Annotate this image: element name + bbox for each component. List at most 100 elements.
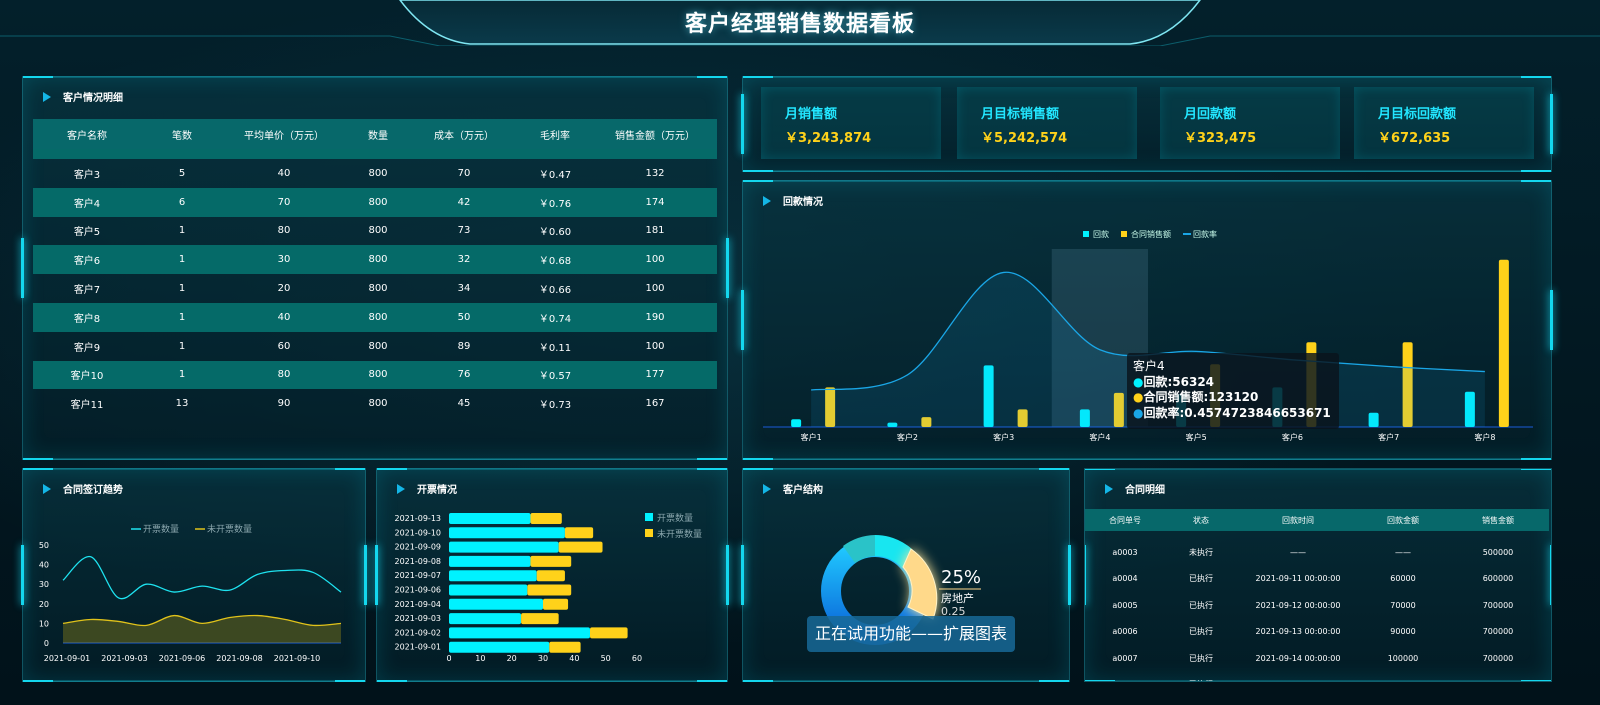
table-cell: 2021-09-11 00:00:00 <box>1255 574 1341 584</box>
table-row[interactable]: 客户3 5 40 800 70 ￥0.47 132 <box>33 159 717 188</box>
kpi-label: 月销售额 <box>785 107 838 122</box>
contract-trend-chart: 开票数量 未开票数量 0 10 20 30 40 50 2021-09-01 2021-09-03… <box>39 523 342 663</box>
page-header: 客户经理销售数据看板 <box>0 0 1600 46</box>
kpi-label: 月目标销售额 <box>981 107 1060 122</box>
x-tick-label: 客户8 <box>1474 432 1495 442</box>
table-cell: 700000 <box>1447 672 1549 681</box>
table-cell: 客户3 <box>73 169 101 181</box>
x-tick-label: 客户6 <box>1282 432 1303 442</box>
table-cell: 181 <box>645 225 665 237</box>
table-row[interactable]: 客户11 13 90 800 45 ￥0.73 167 <box>33 389 717 418</box>
table-header[interactable]: 销售金额（万元） <box>593 119 717 149</box>
x-tick-label: 客户1 <box>801 432 822 442</box>
table-row[interactable]: a0008已执行2021-09-15 00:00:00120000700000 <box>1085 672 1549 681</box>
table-header[interactable]: 成本（万元） <box>411 119 517 149</box>
table-cell: 已执行 <box>1165 672 1237 681</box>
table-cell: 100 <box>593 245 717 275</box>
table-header[interactable]: 回款时间 <box>1237 509 1359 531</box>
table-cell: 6 <box>141 187 223 217</box>
table-header[interactable]: 合同单号 <box>1085 509 1165 531</box>
table-cell: 700000 <box>1482 653 1514 663</box>
table-row[interactable]: 客户10 1 80 800 76 ￥0.57 177 <box>33 360 717 390</box>
x-tick-label: 客户2 <box>897 432 918 442</box>
x-tick-label: 2021-09-06 <box>159 654 206 663</box>
table-header[interactable]: 回款金额 <box>1359 509 1447 531</box>
x-tick-label: 0 <box>446 654 451 663</box>
table-cell: 500000 <box>1482 547 1514 557</box>
table-header[interactable]: 笔数 <box>141 119 223 149</box>
table-header[interactable]: 客户名称 <box>33 119 141 149</box>
customer-structure-panel: 客户结构 25% 房地产 0.25 正在试用功能——扩展图表 <box>741 468 1071 682</box>
repayment-panel: 回款情况 回款 合同销售额 回款率 客户1 客户2 客户3 客户4 客户5 客户6 客户7 客户8 … <box>741 180 1553 460</box>
table-header[interactable]: 数量 <box>345 119 411 149</box>
table-row[interactable]: 客户5 1 80 800 73 ￥0.60 181 <box>33 217 717 246</box>
bar-未开票数量 <box>530 513 562 524</box>
tooltip-line: ●合同销售额:123120 <box>1133 390 1259 404</box>
table-row[interactable]: a0003 未执行 —— —— 500000 <box>1085 539 1549 566</box>
table-cell: 已执行 <box>1189 600 1213 610</box>
table-header-row: 客户名称 笔数 平均单价（万元） 数量 成本（万元） 毛利率 销售金额（万元） <box>33 119 717 149</box>
table-header-row: 合同单号 状态 回款时间 回款金额 销售金额 <box>1085 509 1549 531</box>
table-row[interactable]: a0004 已执行 2021-09-11 00:00:00 60000 600000 <box>1085 566 1549 593</box>
x-tick-label: 50 <box>601 654 611 663</box>
table-cell: 70000 <box>1390 600 1416 610</box>
table-row[interactable]: 客户8 1 40 800 50 ￥0.74 190 <box>33 302 717 332</box>
donut-pct-label: 25% <box>941 567 981 588</box>
kpi-value: ￥323,475 <box>1184 131 1257 146</box>
table-row[interactable]: 客户4 6 70 800 42 ￥0.76 174 <box>33 187 717 217</box>
tooltip-title: 客户4 <box>1133 359 1165 373</box>
table-row[interactable]: a0007 已执行 2021-09-14 00:00:00 100000 700000 <box>1085 645 1549 672</box>
table-cell: 客户11 <box>70 400 104 412</box>
table-cell: 1 <box>178 283 186 295</box>
table-header[interactable]: 毛利率 <box>517 119 593 149</box>
y-tick-label: 2021-09-06 <box>395 586 442 595</box>
bar-开票数量 <box>449 570 537 582</box>
legend-label: 未开票数量 <box>657 528 702 540</box>
bar-开票数量 <box>449 598 543 610</box>
table-row[interactable]: 客户6 1 30 800 32 ￥0.68 100 <box>33 245 717 275</box>
kpi-label: 月回款额 <box>1184 107 1237 122</box>
bar-回款 <box>791 419 802 427</box>
table-header[interactable]: 平均单价（万元） <box>223 119 345 149</box>
table-cell: 100 <box>645 283 665 295</box>
table-header[interactable]: 状态 <box>1165 509 1237 531</box>
y-tick-label: 40 <box>39 561 49 570</box>
table-cell: 客户7 <box>73 285 101 297</box>
kpi-value: ￥5,242,574 <box>981 131 1068 146</box>
legend-label: 回款 <box>1093 229 1109 239</box>
y-tick-label: 2021-09-01 <box>395 643 442 652</box>
bar-开票数量 <box>449 527 565 539</box>
kpi-value: ￥672,635 <box>1378 131 1451 146</box>
table-cell: 800 <box>345 187 411 217</box>
table-cell: 800 <box>368 225 388 237</box>
table-row[interactable]: 客户7 1 20 800 34 ￥0.66 100 <box>33 274 717 303</box>
table-row[interactable]: 客户9 1 60 800 89 ￥0.11 100 <box>33 332 717 361</box>
y-tick-label: 0 <box>44 639 49 648</box>
table-cell: 未执行 <box>1189 547 1213 557</box>
kpi-card-monthly-sales: 月销售额 ￥3,243,874 <box>761 87 941 159</box>
table-header[interactable]: 销售金额 <box>1447 509 1549 531</box>
contract-table: 合同单号 状态 回款时间 回款金额 销售金额 a0003 未执行 —— —— 50000… <box>1085 509 1549 681</box>
table-cell: 32 <box>411 245 517 275</box>
table-cell: 800 <box>368 283 388 295</box>
bar-未开票数量 <box>521 613 559 625</box>
table-cell: ￥0.76 <box>517 187 593 217</box>
table-cell: 1 <box>141 302 223 332</box>
table-cell: 100 <box>645 340 665 352</box>
table-cell: 800 <box>368 340 388 352</box>
table-cell: 已执行 <box>1189 653 1213 663</box>
table-cell: 2021-09-14 00:00:00 <box>1255 653 1341 663</box>
table-cell: a0007 <box>1112 653 1138 663</box>
contract-detail-panel: 合同明细 合同单号 状态 回款时间 回款金额 销售金额 a0003 未执行 —— ——… <box>1084 468 1552 682</box>
x-tick-label: 2021-09-10 <box>274 654 321 663</box>
chart-tooltip: 客户4 ●回款:56324 ●合同销售额:123120 ●回款率:0.45747… <box>1127 353 1339 429</box>
table-row[interactable]: a0005 已执行 2021-09-12 00:00:00 70000 700000 <box>1085 592 1549 619</box>
table-cell: 800 <box>368 398 388 410</box>
bar-合同销售额 <box>1498 259 1509 427</box>
table-row[interactable]: a0006 已执行 2021-09-13 00:00:00 90000 700000 <box>1085 619 1549 646</box>
table-cell: 5 <box>178 167 186 179</box>
table-cell: 90000 <box>1390 627 1416 637</box>
trial-banner[interactable]: 正在试用功能——扩展图表 <box>807 616 1015 652</box>
y-tick-label: 2021-09-13 <box>395 514 442 523</box>
table-cell: 已执行 <box>1189 574 1213 584</box>
